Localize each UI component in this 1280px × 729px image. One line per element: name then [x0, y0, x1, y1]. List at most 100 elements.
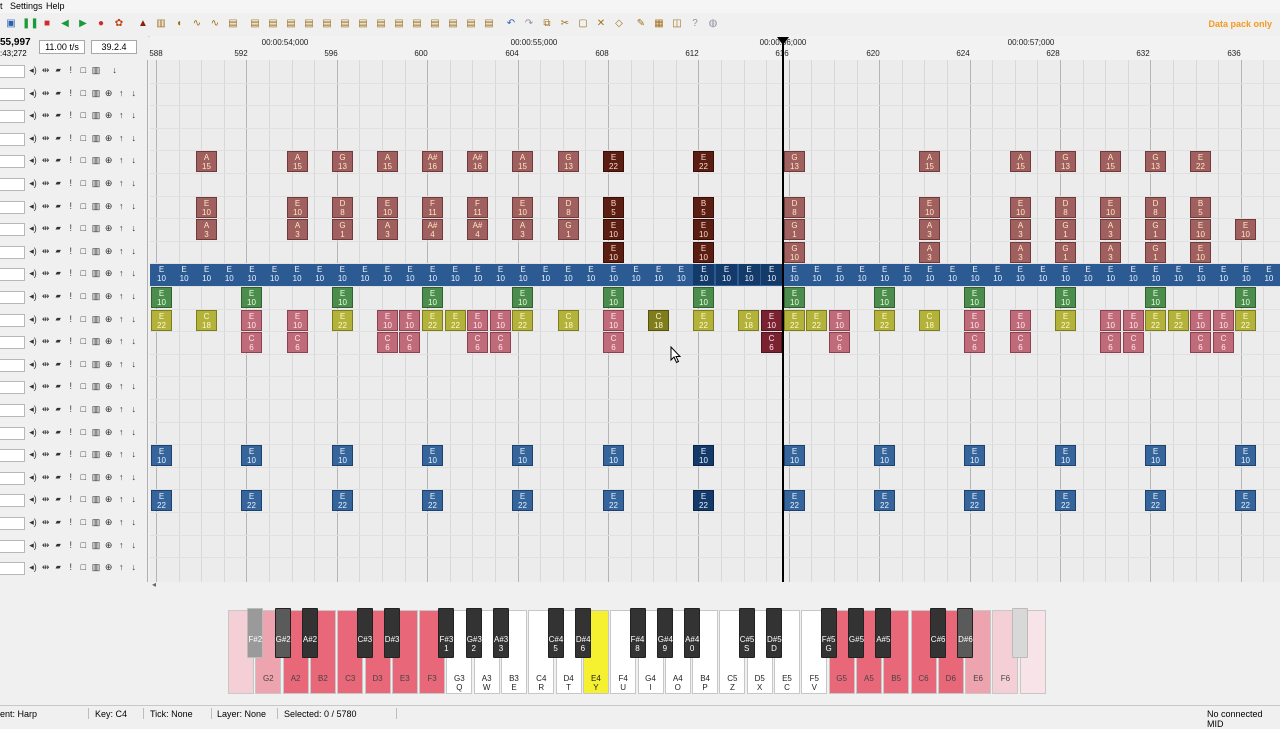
note-block[interactable]: E 10 [603, 309, 624, 331]
lock-icon[interactable]: ▰ [53, 494, 63, 505]
note-block[interactable]: A# 16 [422, 151, 443, 173]
stereo-icon[interactable]: ⇹ [41, 359, 51, 370]
lock-icon[interactable]: ▰ [53, 88, 63, 99]
note-block[interactable]: E 22 [512, 490, 533, 512]
note-block[interactable]: C 18 [648, 309, 669, 331]
solo-icon[interactable]: ! [66, 110, 76, 121]
note-block[interactable]: E 10 [1190, 219, 1211, 241]
piano-keyboard[interactable]: G2 A2 B2 C3 D3 E3 F3 G3 Q A3 W B3 E C4 R D4 T E4 Y F4 U G4 I A4… [228, 608, 1054, 696]
layer-row[interactable]: ◂) ⇹ ▰! □ ▥ ⊕ ↑ ↓ [0, 512, 147, 534]
volume-icon[interactable]: ◂) [28, 178, 38, 189]
delete-icon[interactable]: ▥ [91, 359, 101, 370]
layer-row[interactable]: ◂) ⇹ ▰! □ ▥ ⊕ ↑ ↓ [0, 444, 147, 466]
up-icon[interactable]: ↑ [116, 223, 126, 234]
note-block[interactable]: G 13 [558, 151, 579, 173]
note-block[interactable]: E 10 [693, 219, 714, 241]
layer-row[interactable]: ◂) ⇹ ▰! □ ▥ ⊕ ↑ ↓ [0, 128, 147, 150]
down-icon[interactable]: ↓ [129, 336, 139, 347]
note-block[interactable]: E 22 [151, 309, 172, 331]
down-icon[interactable]: ↓ [129, 427, 139, 438]
stereo-icon[interactable]: ⇹ [41, 472, 51, 483]
select-icon[interactable]: □ [78, 472, 88, 483]
note-block[interactable]: E 10 [806, 264, 828, 286]
stereo-icon[interactable]: ⇹ [41, 223, 51, 234]
stereo-icon[interactable]: ⇹ [41, 65, 51, 76]
instrument-icon[interactable]: ▤ [266, 17, 280, 31]
stereo-icon[interactable]: ⇹ [41, 381, 51, 392]
delete-icon[interactable]: ▥ [91, 223, 101, 234]
note-block[interactable]: G1 [1145, 241, 1166, 263]
solo-icon[interactable]: ! [66, 336, 76, 347]
note-block[interactable]: A3 [1010, 241, 1031, 263]
up-icon[interactable]: ↑ [116, 314, 126, 325]
wave-icon[interactable]: ∿ [190, 17, 204, 31]
delete-icon[interactable]: ▥ [91, 178, 101, 189]
note-block[interactable]: E 10 [761, 309, 782, 331]
note-block[interactable]: E 10 [693, 241, 714, 263]
layer-name-field[interactable] [0, 155, 25, 169]
note-block[interactable]: E 10 [1190, 241, 1211, 263]
down-icon[interactable]: ↓ [129, 110, 139, 121]
forward-icon[interactable]: ▶ [76, 17, 90, 31]
delete-icon[interactable]: ▥ [91, 155, 101, 166]
volume-icon[interactable]: ◂) [28, 359, 38, 370]
solo-icon[interactable]: ! [66, 562, 76, 573]
note-block[interactable]: G 13 [332, 151, 353, 173]
stereo-icon[interactable]: ⇹ [41, 246, 51, 257]
solo-icon[interactable]: ! [66, 427, 76, 438]
note-block[interactable]: E 10 [1258, 264, 1280, 286]
instrument-icon[interactable]: ▤ [338, 17, 352, 31]
piano-key-cs4[interactable]: C#4 5 [547, 608, 564, 658]
piano-key-gs3[interactable]: G#3 2 [465, 608, 482, 658]
solo-icon[interactable]: ! [66, 223, 76, 234]
lock-icon[interactable]: ▰ [53, 359, 63, 370]
piano-key-as3[interactable]: A#3 3 [493, 608, 509, 658]
note-block[interactable]: E 22 [806, 309, 827, 331]
note-block[interactable]: E 10 [874, 264, 896, 286]
lock-icon[interactable]: ▰ [53, 110, 63, 121]
layer-name-field[interactable] [0, 381, 25, 395]
note-block[interactable]: E 10 [354, 264, 376, 286]
note-block[interactable]: E 10 [1100, 196, 1121, 218]
note-block[interactable]: E 10 [1032, 264, 1054, 286]
note-block[interactable]: E 10 [331, 264, 353, 286]
delete-icon[interactable]: ✕ [594, 17, 608, 31]
delete-icon[interactable]: ▥ [91, 427, 101, 438]
layer-name-field[interactable] [0, 494, 25, 508]
solo-icon[interactable]: ! [66, 268, 76, 279]
layer-row[interactable]: ◂) ⇹ ▰! □ ▥ ⊕ ↑ ↓ [0, 241, 147, 263]
note-block[interactable]: A3 [1100, 241, 1121, 263]
tempo-field[interactable]: 11.00 t/s [39, 40, 85, 54]
solo-icon[interactable]: ! [66, 314, 76, 325]
lock-icon[interactable]: ▰ [53, 404, 63, 415]
note-block[interactable]: E 10 [490, 309, 511, 331]
menu-item-settings[interactable]: Settings [10, 1, 43, 11]
lock-icon[interactable]: ▰ [53, 133, 63, 144]
menu-item-help[interactable]: Help [46, 1, 65, 11]
add-icon[interactable]: ⊕ [104, 314, 114, 325]
add-icon[interactable]: ⊕ [104, 540, 114, 551]
delete-icon[interactable]: ▥ [91, 494, 101, 505]
lock-icon[interactable]: ▰ [53, 381, 63, 392]
note-block[interactable]: C6 [399, 332, 420, 354]
delete-icon[interactable]: ▥ [91, 472, 101, 483]
note-block[interactable]: G 13 [784, 151, 805, 173]
layer-row[interactable]: ◂) ⇹ ▰! □ ▥ ⊕ ↑ ↓ [0, 105, 147, 127]
horizontal-scrollbar[interactable]: ◂ [150, 580, 1280, 590]
select-icon[interactable]: □ [78, 110, 88, 121]
note-block[interactable]: E 10 [332, 287, 353, 308]
solo-icon[interactable]: ! [66, 291, 76, 302]
playhead[interactable] [782, 38, 784, 583]
note-block[interactable]: E 22 [784, 490, 805, 512]
note-block[interactable]: G1 [332, 219, 353, 241]
note-block[interactable]: E 10 [512, 445, 533, 467]
down-icon[interactable]: ↓ [129, 155, 139, 166]
note-block[interactable]: E 10 [851, 264, 873, 286]
note-block[interactable]: C6 [1190, 332, 1211, 354]
note-block[interactable]: E 10 [670, 264, 692, 286]
layer-row[interactable]: ◂) ⇹ ▰! □ ▥ ⊕ ↑ ↓ [0, 309, 147, 331]
help-icon[interactable]: ? [688, 17, 702, 31]
layer-row[interactable]: ◂) ⇹ ▰! □ ▥ ⊕ ↑ ↓ [0, 489, 147, 511]
note-block[interactable]: D8 [1055, 196, 1076, 218]
note-block[interactable]: E 10 [196, 264, 218, 286]
